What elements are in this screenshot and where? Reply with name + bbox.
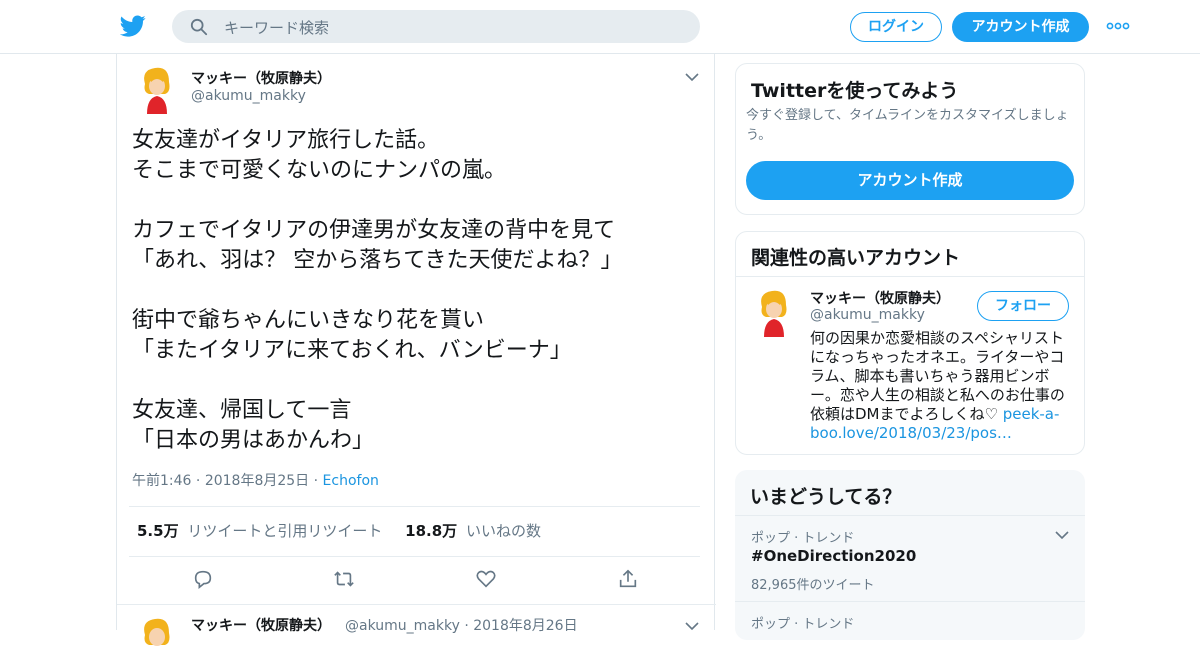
trend-category: ポップ · トレンド [751,617,855,632]
signup-card-title: Twitterを使ってみよう [751,80,959,102]
like-icon[interactable] [475,568,497,590]
signup-card-subtitle: 今すぐ登録して、タイムラインをカスタマイズしましょう。 [746,108,1069,143]
related-handle[interactable]: @akumu_makky [810,307,925,323]
author-handle[interactable]: @akumu_makky [191,88,306,104]
avatar[interactable] [135,64,179,114]
tweet-line: 女友達、帰国して一言 [132,398,352,423]
retweet-count[interactable]: 5.5万 [137,522,179,540]
related-title: 関連性の高いアカウント [751,247,961,269]
tweet-date[interactable]: 2018年8月25日 [205,473,309,489]
related-bio: 何の因果か恋愛相談のスペシャリストになっちゃったオネエ。ライターやコラム、脚本も… [810,329,1072,443]
meta-separator: · [195,473,205,489]
tweet-line [132,276,692,306]
twitter-bird-icon[interactable] [120,13,146,39]
trend-category: ポップ · トレンド [751,531,855,546]
trend-count: 82,965件のツイート [751,578,875,593]
tweet-stats: 5.5万 リツイートと引用リツイート 18.8万 いいねの数 [137,520,541,541]
signup-card: Twitterを使ってみよう 今すぐ登録して、タイムラインをカスタマイズしましょ… [735,63,1085,215]
related-accounts-card: 関連性の高いアカウント マッキー（牧原静夫） @akumu_makky フォロー… [735,231,1085,455]
like-count[interactable]: 18.8万 [405,522,457,540]
tweet-time[interactable]: 午前1:46 [132,473,191,489]
divider [129,556,700,557]
divider [736,276,1084,277]
tweet-actions [117,568,716,592]
tweet-line [132,366,692,396]
trends-title: いまどうしてる？ [750,486,902,508]
reply-author-name[interactable]: マッキー（牧原静夫） [191,615,331,635]
chevron-down-icon[interactable] [1055,530,1069,540]
tweet-line: そこまで可愛くないのにナンパの嵐。 [132,158,507,183]
reply-tweet[interactable]: マッキー（牧原静夫） @akumu_makky · 2018年8月26日 [117,604,716,646]
author-name[interactable]: マッキー（牧原静夫） [191,68,331,88]
tweet-source[interactable]: Echofon [323,473,379,489]
reply-icon[interactable] [192,568,214,590]
related-name[interactable]: マッキー（牧原静夫） [810,288,950,308]
avatar[interactable] [135,615,179,665]
tweet-line: 「またイタリアに来ておくれ、バンビーナ」 [132,338,572,363]
retweet-label[interactable]: リツイートと引用リツイート [187,522,382,540]
meta-separator: · [313,473,323,489]
search-icon [190,18,208,36]
like-label[interactable]: いいねの数 [466,522,541,540]
search-box[interactable]: キーワード検索 [172,10,700,43]
trends-card: いまどうしてる？ ポップ · トレンド #OneDirection2020 82… [735,470,1085,640]
follow-button[interactable]: フォロー [977,291,1069,321]
tweet-line: 「日本の男はあかんわ」 [132,428,375,453]
tweet-line: 「あれ、羽は？ 空から落ちてきた天使だよね？」 [132,248,623,273]
reply-date[interactable]: 2018年8月26日 [473,618,577,634]
divider [735,601,1085,602]
reply-author-handle[interactable]: @akumu_makky [345,618,460,634]
meta-separator: · [464,618,474,634]
search-placeholder[interactable]: キーワード検索 [224,17,329,38]
share-icon[interactable] [617,568,639,590]
signup-button[interactable]: アカウント作成 [952,12,1089,42]
tweet-column: マッキー（牧原静夫） @akumu_makky 女友達がイタリア旅行した話。 そ… [116,54,716,646]
divider [735,515,1085,516]
tweet-text: 女友達がイタリア旅行した話。 そこまで可愛くないのにナンパの嵐。 カフェでイタリ… [132,126,692,456]
top-bar: キーワード検索 ログイン アカウント作成 [0,0,1200,54]
trend-name[interactable]: #OneDirection2020 [751,547,916,565]
tweet-meta: 午前1:46 · 2018年8月25日 · Echofon [132,470,379,490]
reply-meta: @akumu_makky · 2018年8月26日 [345,615,578,635]
retweet-icon[interactable] [333,568,355,590]
tweet-line: 街中で爺ちゃんにいきなり花を貰い [132,308,485,333]
tweet-line: 女友達がイタリア旅行した話。 [132,128,440,153]
tweet-line: カフェでイタリアの伊達男が女友達の背中を見て [132,218,616,243]
divider [129,506,700,507]
signup-card-button[interactable]: アカウント作成 [746,161,1074,200]
avatar[interactable] [752,287,796,337]
chevron-down-icon[interactable] [685,72,699,82]
tweet-line [132,186,692,216]
more-icon[interactable] [1106,21,1130,31]
login-button[interactable]: ログイン [850,12,942,42]
